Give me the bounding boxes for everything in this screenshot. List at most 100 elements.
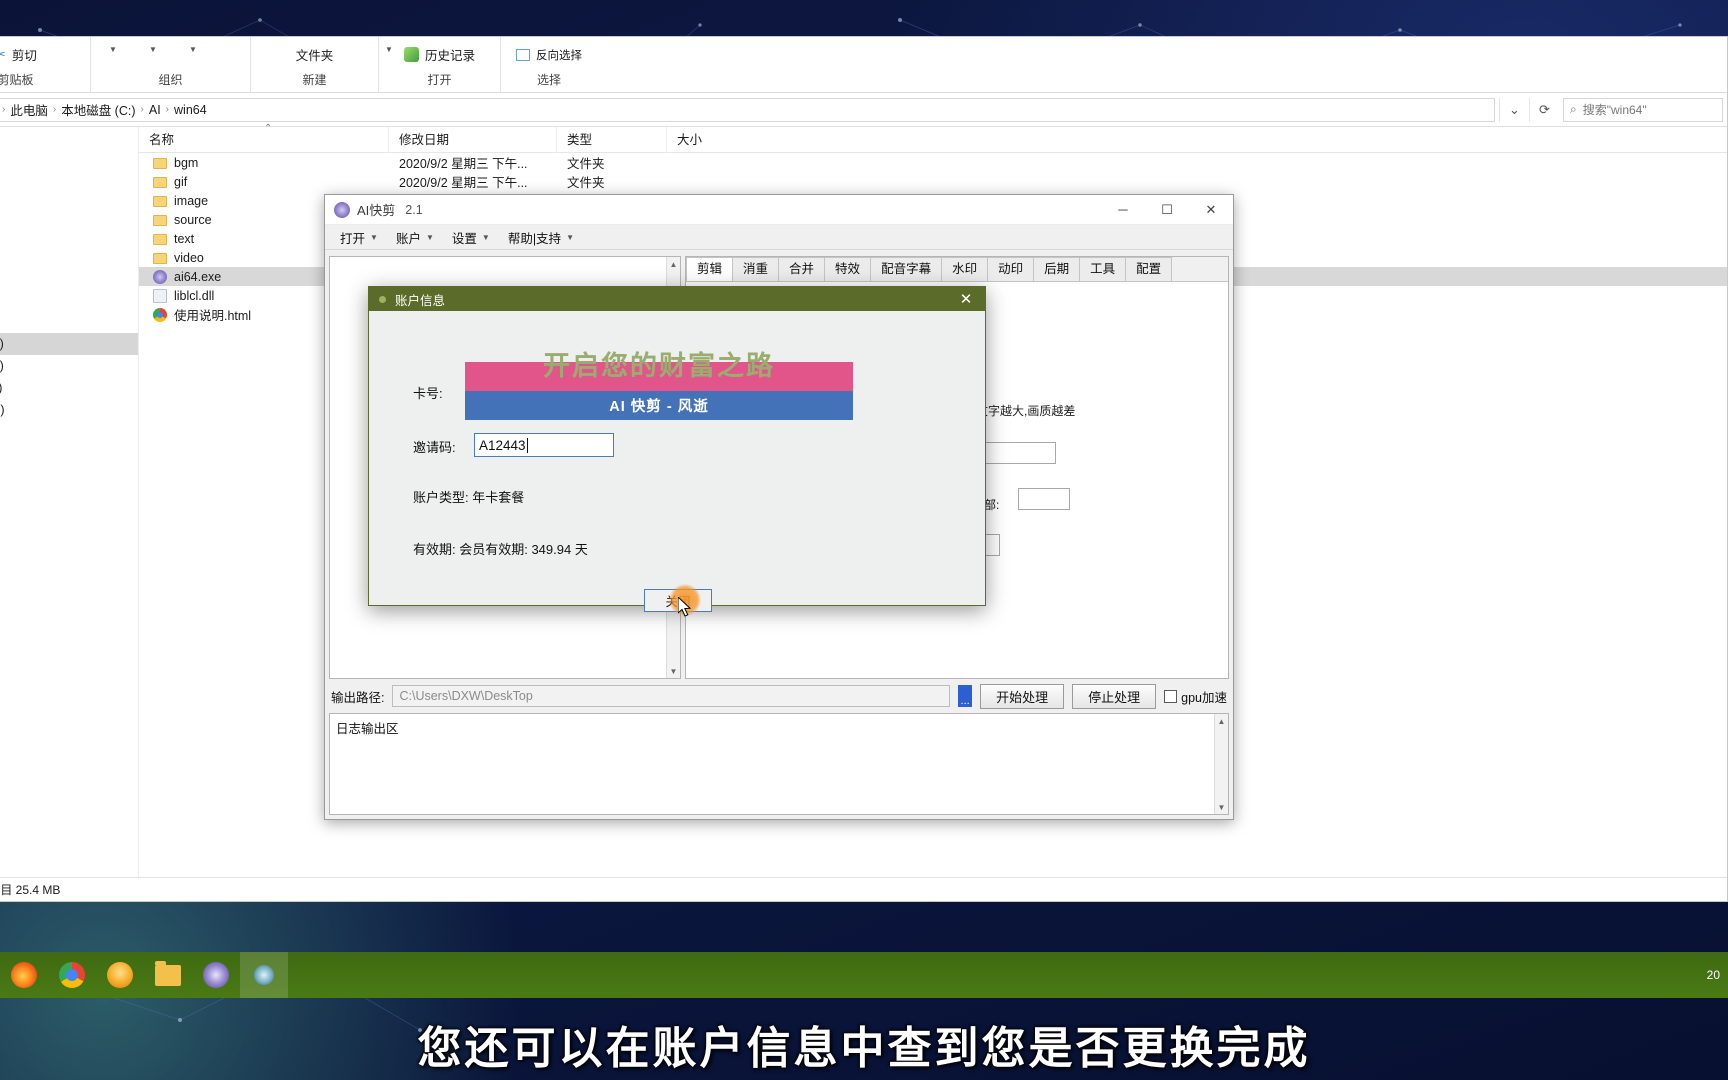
ai64-icon — [254, 965, 274, 985]
banner-overlay-text: 开启您的财富之路 — [543, 351, 775, 381]
table-row[interactable]: bgm 2020/9/2 星期三 下午... 文件夹 — [139, 153, 1727, 172]
nav-item-drive-f[interactable]: 盘 (F:) — [0, 377, 138, 399]
tab-config[interactable]: 配置 — [1125, 257, 1173, 281]
chevron-down-icon[interactable]: ▼ — [385, 45, 393, 54]
tab-watermark[interactable]: 水印 — [941, 257, 989, 281]
folder-icon — [153, 215, 167, 226]
menu-item-account[interactable]: 账户 ▼ — [389, 226, 441, 249]
sort-ascending-icon: ⌃ — [264, 123, 273, 134]
taskbar-item-chrome[interactable] — [48, 952, 96, 998]
chevron-down-icon[interactable]: ▼ — [189, 45, 197, 54]
invert-selection-icon — [516, 48, 530, 61]
close-button[interactable]: ✕ — [1189, 195, 1233, 225]
dll-icon — [153, 288, 167, 303]
gpu-label: gpu加速 — [1181, 690, 1227, 705]
chevron-down-icon: ▼ — [370, 232, 378, 242]
tab-motion-stamp[interactable]: 动印 — [987, 257, 1035, 281]
nav-label: 盘 (G:) — [0, 403, 5, 417]
ribbon-group-open[interactable]: ▼ 历史记录 打开 — [379, 37, 501, 92]
nav-item-network-f[interactable]: (F:) — [0, 429, 138, 451]
refresh-icon[interactable]: ⟳ — [1529, 97, 1559, 122]
address-dropdown-icon[interactable]: ⌄ — [1499, 97, 1529, 122]
taskbar-item-ai64[interactable] — [240, 952, 288, 998]
scroll-down-icon[interactable]: ▼ — [1215, 800, 1228, 814]
menu-item-open[interactable]: 打开 ▼ — [333, 226, 385, 249]
taskbar: 20 — [0, 952, 1728, 998]
bottom-field[interactable] — [1018, 488, 1070, 510]
folder-icon — [153, 196, 167, 207]
breadcrumb-item-this-pc[interactable]: 此电脑 — [10, 100, 48, 119]
app-menu-bar: 打开 ▼ 账户 ▼ 设置 ▼ 帮助|支持 ▼ — [325, 225, 1233, 250]
folder-icon — [153, 177, 167, 188]
tab-dubbing-subtitle[interactable]: 配音字幕 — [870, 257, 943, 281]
chevron-down-icon[interactable]: ▼ — [109, 45, 117, 54]
breadcrumb-item-ai[interactable]: AI — [149, 103, 161, 117]
ribbon-group-new[interactable]: 文件夹 新建 — [251, 37, 379, 92]
menu-item-settings[interactable]: 设置 ▼ — [445, 226, 497, 249]
nav-item-network-g[interactable]: (G:) — [0, 451, 138, 473]
tab-post[interactable]: 后期 — [1033, 257, 1081, 281]
history-icon — [403, 47, 419, 62]
browse-button[interactable]: ... — [958, 685, 973, 707]
output-path-input[interactable]: C:\Users\DXW\DeskTop — [392, 685, 951, 707]
scroll-up-icon[interactable]: ▲ — [667, 257, 680, 271]
file-name: liblcl.dll — [174, 288, 215, 303]
column-header-date[interactable]: 修改日期 — [389, 126, 557, 153]
maximize-button[interactable]: ☐ — [1145, 195, 1189, 225]
exe-icon — [153, 269, 167, 284]
breadcrumb-item-win64[interactable]: win64 — [174, 103, 207, 117]
nav-label: 盘 (C:) — [0, 337, 4, 351]
output-path-row: 输出路径: C:\Users\DXW\DeskTop ... 开始处理 停止处理… — [325, 681, 1233, 711]
minimize-button[interactable]: ─ — [1101, 195, 1145, 225]
log-title: 日志输出区 — [336, 722, 399, 736]
card-number-label: 卡号: — [413, 386, 443, 401]
folder-icon — [153, 234, 167, 245]
taskbar-item-firefox[interactable] — [0, 952, 48, 998]
ribbon-group-clipboard[interactable]: ✂ 剪切 剪贴板 — [0, 37, 91, 92]
scroll-down-icon[interactable]: ▼ — [667, 664, 680, 678]
app-title-bar[interactable]: AI快剪 2.1 ─ ☐ ✕ — [325, 195, 1233, 225]
tab-clip[interactable]: 剪辑 — [686, 257, 734, 281]
start-processing-button[interactable]: 开始处理 — [980, 683, 1065, 709]
table-row[interactable]: gif 2020/9/2 星期三 下午... 文件夹 — [139, 172, 1727, 191]
checkbox-box[interactable] — [1164, 689, 1178, 703]
ribbon-group-label-open: 打开 — [427, 73, 452, 87]
menu-item-help-support[interactable]: 帮助|支持 ▼ — [501, 226, 581, 249]
taskbar-item-browser[interactable] — [96, 952, 144, 998]
app-title: AI快剪 — [357, 203, 396, 218]
chevron-down-icon[interactable]: ▼ — [149, 45, 157, 54]
taskbar-item-ai-kuaijian[interactable] — [192, 952, 240, 998]
search-input[interactable]: ⌕ 搜索"win64" — [1563, 97, 1723, 122]
taskbar-item-file-explorer[interactable] — [144, 952, 192, 998]
tab-effects[interactable]: 特效 — [824, 257, 872, 281]
scroll-up-icon[interactable]: ▲ — [1215, 714, 1228, 728]
status-text: 中 1 个项目 25.4 MB — [0, 883, 61, 897]
ribbon-group-organize[interactable]: ▼ ▼ ▼ 组织 — [91, 37, 251, 92]
breadcrumb-item-local-disk[interactable]: 本地磁盘 (C:) — [61, 100, 135, 119]
navigation-pane: 盘 (C:) 盘 (D:) 盘 (F:) 盘 (G:) (F:) (G:) — [0, 127, 139, 877]
breadcrumb[interactable]: › 此电脑 › 本地磁盘 (C:) › AI › win64 — [0, 97, 1495, 122]
log-scrollbar[interactable]: ▲ ▼ — [1214, 714, 1228, 814]
nav-item-drive-c[interactable]: 盘 (C:) — [0, 333, 138, 355]
stop-processing-button[interactable]: 停止处理 — [1072, 683, 1157, 709]
output-path-value: C:\Users\DXW\DeskTop — [399, 689, 533, 703]
nav-item-drive-d[interactable]: 盘 (D:) — [0, 355, 138, 377]
dialog-title-bar[interactable]: 账户信息 ✕ — [369, 287, 985, 311]
ribbon-group-select[interactable]: 反向选择 选择 — [501, 37, 597, 92]
invite-code-input[interactable]: A12443 — [474, 433, 614, 457]
tab-dedup[interactable]: 消重 — [732, 257, 780, 281]
search-icon: ⌕ — [1570, 102, 1577, 116]
log-output-area[interactable]: 日志输出区 ▲ ▼ — [329, 713, 1229, 815]
tab-merge[interactable]: 合并 — [778, 257, 826, 281]
menu-label: 帮助|支持 — [507, 231, 562, 246]
menu-label: 账户 — [395, 231, 421, 246]
new-folder-label: 文件夹 — [295, 49, 334, 63]
firefox-icon — [11, 962, 37, 988]
column-header-type[interactable]: 类型 — [557, 126, 667, 153]
ribbon-cut-label: 剪切 — [11, 49, 37, 63]
gpu-acceleration-checkbox[interactable]: gpu加速 — [1164, 687, 1227, 706]
close-icon[interactable]: ✕ — [947, 287, 985, 311]
nav-item-drive-g[interactable]: 盘 (G:) — [0, 399, 138, 421]
tab-tools[interactable]: 工具 — [1079, 257, 1127, 281]
column-header-size[interactable]: 大小 — [667, 127, 777, 153]
